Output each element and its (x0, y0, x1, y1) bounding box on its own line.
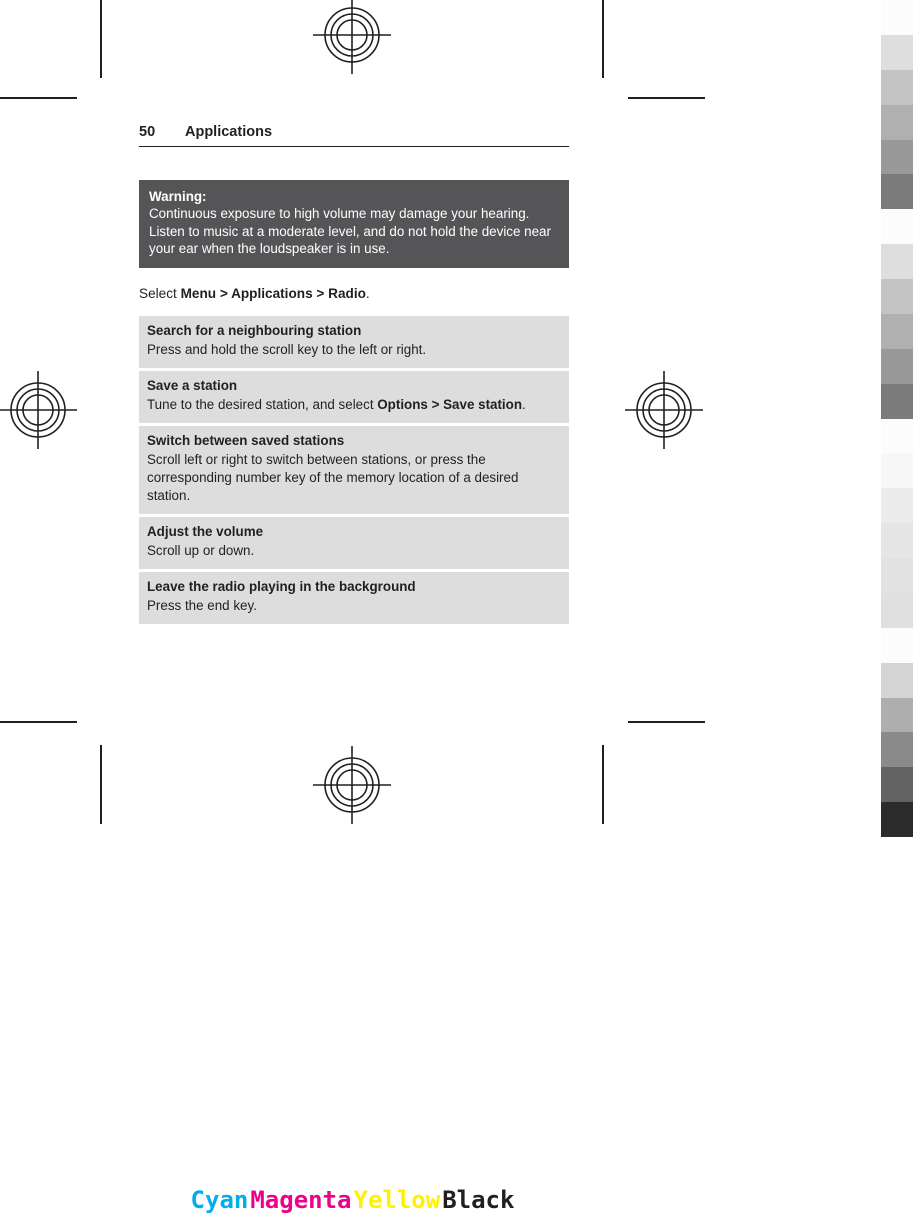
table-row: Save a station Tune to the desired stati… (139, 370, 569, 424)
calibration-step-19 (881, 662, 913, 698)
task-description: Scroll up or down. (147, 542, 255, 558)
menu-path-trailing: . (365, 286, 370, 302)
grayscale-calibration-strip (881, 0, 913, 837)
crop-mark-top-right-vertical (602, 0, 604, 78)
cmyk-label-magenta: Magenta (250, 1186, 352, 1214)
table-row: Search for a neighbouring station Press … (139, 315, 569, 368)
calibration-step-9 (881, 313, 913, 349)
table-row: Leave the radio playing in the backgroun… (139, 571, 569, 624)
crop-mark-bottom-right-horizontal (628, 721, 705, 723)
page-content: 50 Applications Warning: Continuous expo… (139, 124, 569, 624)
task-table: Search for a neighbouring station Press … (139, 315, 569, 624)
crop-mark-bottom-right-vertical (602, 745, 604, 824)
task-title: Adjust the volume (147, 523, 264, 539)
calibration-step-4 (881, 139, 913, 175)
calibration-step-5 (881, 174, 913, 210)
calibration-step-23 (881, 802, 913, 837)
crop-mark-top-right-horizontal (628, 97, 705, 99)
crop-mark-top-left-horizontal (0, 97, 77, 99)
crop-mark-bottom-left-horizontal (0, 721, 77, 723)
section-title: Applications (185, 124, 273, 140)
cmyk-label-cyan: Cyan (190, 1186, 249, 1214)
table-row: Adjust the volume Scroll up or down. (139, 516, 569, 569)
warning-label: Warning: (149, 189, 207, 204)
task-description: Press and hold the scroll key to the lef… (147, 342, 427, 358)
page-header: 50 Applications (139, 124, 569, 147)
task-description-suffix: . (522, 397, 526, 413)
calibration-step-16 (881, 558, 913, 593)
menu-path-item-menu: Menu (180, 286, 217, 302)
crop-mark-top-left-vertical (100, 0, 102, 78)
calibration-step-18 (881, 627, 913, 663)
calibration-step-17 (881, 592, 913, 628)
menu-path-separator-2: > (312, 286, 329, 302)
calibration-step-7 (881, 244, 913, 279)
warning-callout: Warning: Continuous exposure to high vol… (139, 180, 569, 269)
crop-mark-bottom-left-vertical (100, 745, 102, 824)
calibration-step-0 (881, 0, 913, 35)
menu-path-separator-1: > (216, 286, 232, 302)
calibration-step-15 (881, 523, 913, 558)
page-number: 50 (139, 124, 156, 140)
task-title: Leave the radio playing in the backgroun… (147, 578, 416, 594)
menu-path-item-applications: Applications (231, 286, 313, 302)
calibration-step-22 (881, 767, 913, 803)
calibration-step-11 (881, 383, 913, 419)
task-description: Scroll left or right to switch between s… (147, 452, 519, 503)
task-title: Save a station (147, 377, 238, 393)
task-title: Search for a neighbouring station (147, 322, 362, 338)
task-title: Switch between saved stations (147, 433, 345, 449)
menu-path-instruction: Select Menu > Applications > Radio. (139, 285, 569, 303)
calibration-step-1 (881, 34, 913, 70)
calibration-step-20 (881, 697, 913, 733)
task-description-prefix: Tune to the desired station, and select (147, 397, 378, 413)
calibration-step-10 (881, 348, 913, 384)
calibration-step-14 (881, 488, 913, 524)
cmyk-label-black: Black (442, 1186, 515, 1214)
calibration-step-13 (881, 453, 913, 489)
cmyk-label-yellow: Yellow (353, 1186, 441, 1214)
warning-text: Continuous exposure to high volume may d… (149, 206, 551, 256)
task-description: Tune to the desired station, and select … (147, 396, 559, 414)
task-description-separator: > (427, 397, 444, 413)
registration-target-top (313, 0, 391, 74)
registration-target-bottom (313, 746, 391, 824)
calibration-step-3 (881, 104, 913, 140)
calibration-step-8 (881, 279, 913, 314)
table-row: Switch between saved stations Scroll lef… (139, 426, 569, 514)
task-description: Press the end key. (147, 598, 257, 614)
calibration-step-21 (881, 732, 913, 768)
registration-target-right (625, 371, 703, 449)
registration-target-left (0, 371, 77, 449)
cmyk-color-legend: CyanMagentaYellowBlack (0, 1186, 705, 1214)
task-description-save-station: Save station (443, 397, 523, 413)
menu-path-lead: Select (139, 286, 181, 302)
menu-path-item-radio: Radio (328, 286, 366, 302)
task-description-options: Options (377, 397, 428, 413)
calibration-step-6 (881, 209, 913, 245)
calibration-step-2 (881, 69, 913, 105)
calibration-step-12 (881, 418, 913, 454)
